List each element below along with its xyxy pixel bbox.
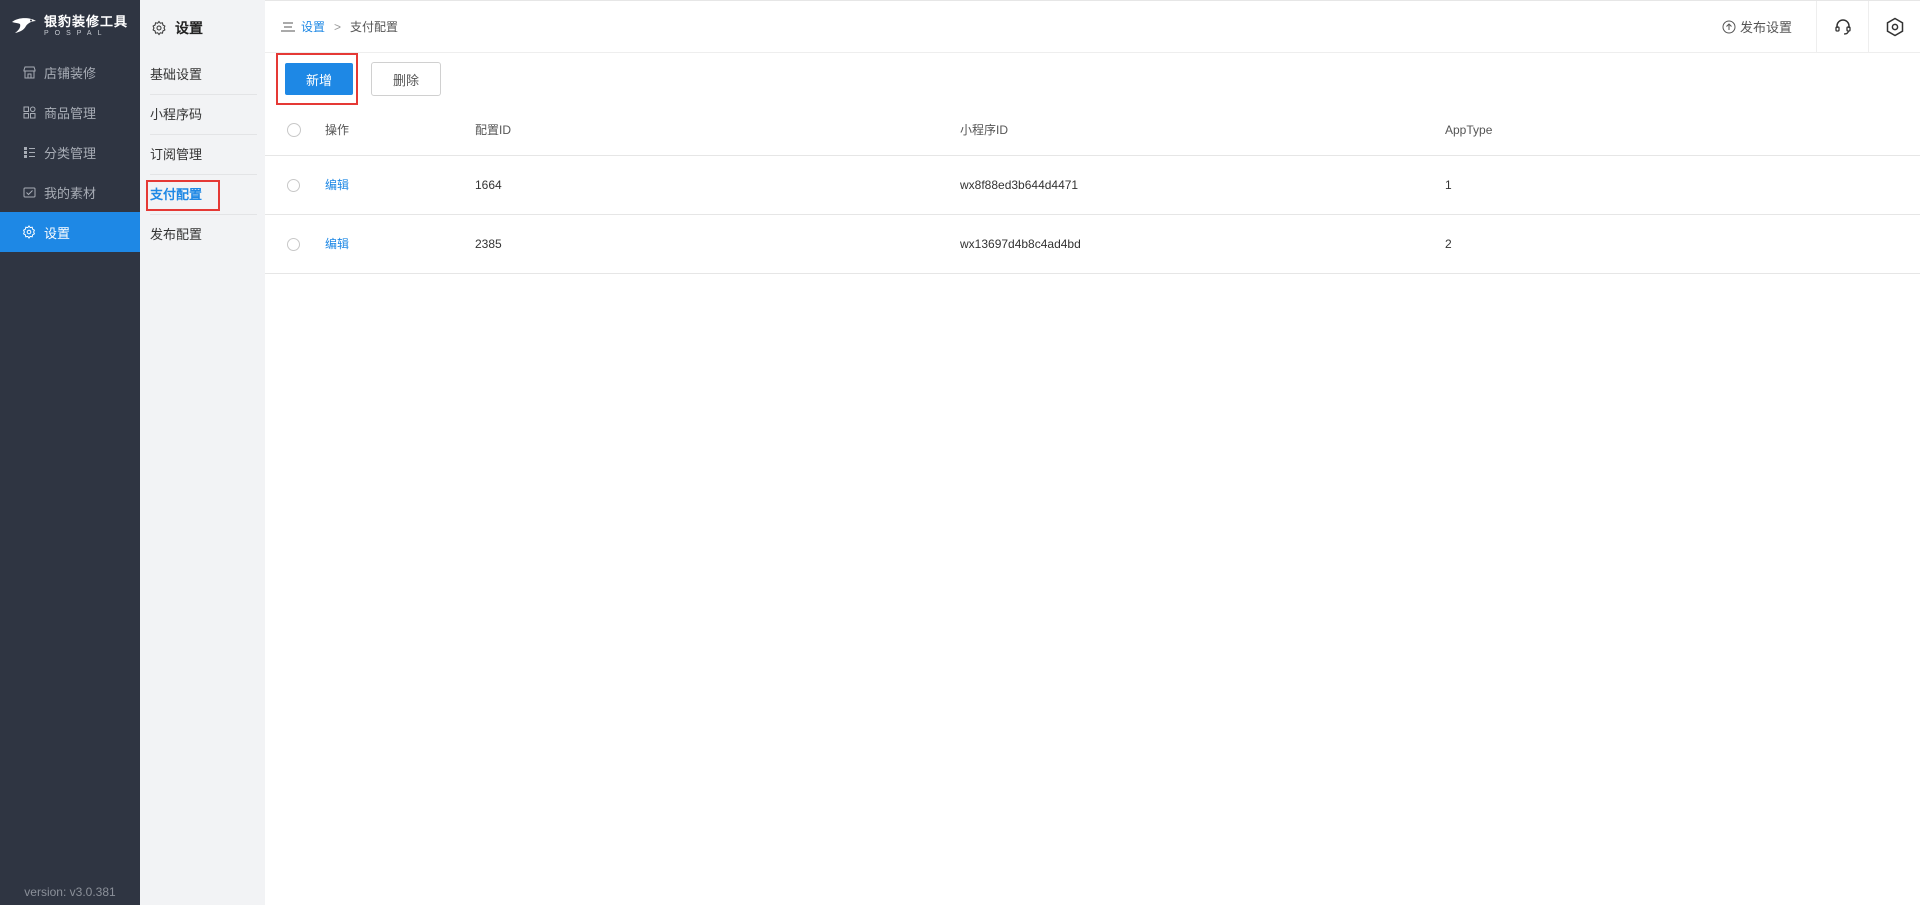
settings-button[interactable] (1868, 0, 1920, 53)
sidebar-item-label: 分类管理 (44, 145, 97, 161)
subnav-item-publish-config[interactable]: 发布配置 (150, 215, 257, 255)
sidebar-item-categories[interactable]: 分类管理 (0, 132, 140, 172)
breadcrumb-parent[interactable]: 设置 (301, 18, 325, 35)
menu-icon[interactable] (281, 22, 295, 32)
subnav-item-label: 小程序码 (150, 107, 203, 122)
subnav-header: 设置 (140, 0, 265, 55)
cell-app-type: 1 (1445, 155, 1920, 215)
cell-mini-program-id: wx13697d4b8c4ad4bd (960, 214, 1445, 274)
publish-settings-label: 发布设置 (1739, 20, 1792, 35)
breadcrumb: 设置 > 支付配置 (265, 18, 398, 35)
publish-settings-button[interactable]: 发布设置 (1722, 17, 1816, 36)
headset-icon (1834, 18, 1851, 35)
logo[interactable]: 银豹装修工具 POSPAL (0, 0, 140, 52)
table-header-row: 操作 配置ID 小程序ID AppType (265, 105, 1920, 156)
settings-subnav: 设置 基础设置 小程序码 订阅管理 支付配置 发布配置 (140, 0, 265, 905)
column-header-op: 操作 (325, 105, 475, 156)
select-all-radio[interactable] (287, 123, 301, 138)
cell-mini-program-id: wx8f88ed3b644d4471 (960, 155, 1445, 215)
breadcrumb-separator: > (334, 19, 342, 34)
store-icon (22, 65, 36, 79)
topbar: 设置 > 支付配置 发布设置 (265, 0, 1920, 53)
column-header-config-id: 配置ID (475, 105, 960, 156)
subnav-item-label: 发布配置 (150, 227, 203, 242)
cell-app-type: 2 (1445, 214, 1920, 274)
sidebar-item-label: 商品管理 (44, 105, 97, 121)
toolbar: 新增 删除 (265, 53, 1920, 105)
sidebar-item-label: 设置 (44, 225, 71, 241)
sidebar-item-label: 我的素材 (44, 185, 97, 201)
subnav-item-mini-program-code[interactable]: 小程序码 (150, 95, 257, 135)
list-icon (22, 145, 36, 159)
subnav-item-payment-config[interactable]: 支付配置 (146, 175, 257, 215)
subnav-item-label: 订阅管理 (150, 147, 203, 162)
highlight-box (146, 180, 220, 211)
main-sidebar: 银豹装修工具 POSPAL 店铺装修 商品管理 分类管理 我的素材 设置 ver… (0, 0, 140, 905)
pospal-logo-icon (12, 18, 36, 33)
sidebar-item-products[interactable]: 商品管理 (0, 92, 140, 132)
subnav-item-subscription[interactable]: 订阅管理 (150, 135, 257, 175)
sidebar-item-label: 店铺装修 (44, 65, 97, 81)
sidebar-item-settings[interactable]: 设置 (0, 212, 140, 252)
support-button[interactable] (1816, 0, 1868, 53)
payment-config-table: 操作 配置ID 小程序ID AppType 编辑 1664 wx8f88ed3b… (265, 105, 1920, 274)
version-label: version: v3.0.381 (24, 885, 116, 899)
upload-circle-icon (1722, 20, 1736, 33)
gear-icon (152, 20, 166, 35)
add-button[interactable]: 新增 (285, 63, 353, 95)
grid-icon (22, 105, 36, 119)
cell-config-id: 2385 (475, 214, 960, 274)
delete-button[interactable]: 删除 (371, 62, 441, 96)
subnav-title: 设置 (175, 19, 203, 36)
cell-config-id: 1664 (475, 155, 960, 215)
row-select-radio[interactable] (287, 178, 300, 192)
table-row: 编辑 1664 wx8f88ed3b644d4471 1 (265, 155, 1920, 215)
main-content: 设置 > 支付配置 发布设置 新增 删除 操作 配置ID 小程序ID AppTy… (265, 0, 1920, 905)
edit-link[interactable]: 编辑 (325, 237, 349, 251)
sidebar-item-materials[interactable]: 我的素材 (0, 172, 140, 212)
table-row: 编辑 2385 wx13697d4b8c4ad4bd 2 (265, 214, 1920, 274)
gear-icon (22, 225, 36, 239)
column-header-mini-program-id: 小程序ID (960, 105, 1445, 156)
image-check-icon (22, 185, 36, 199)
column-header-app-type: AppType (1445, 105, 1920, 156)
row-select-radio[interactable] (287, 237, 300, 251)
brand-name: 银豹装修工具 (44, 14, 129, 29)
brand-name-en: POSPAL (44, 30, 108, 37)
subnav-item-label: 基础设置 (150, 67, 203, 82)
edit-link[interactable]: 编辑 (325, 178, 349, 192)
subnav-item-basic-settings[interactable]: 基础设置 (150, 55, 257, 95)
sidebar-item-store-decoration[interactable]: 店铺装修 (0, 52, 140, 92)
hex-gear-icon (1886, 17, 1903, 36)
breadcrumb-current: 支付配置 (350, 20, 399, 34)
